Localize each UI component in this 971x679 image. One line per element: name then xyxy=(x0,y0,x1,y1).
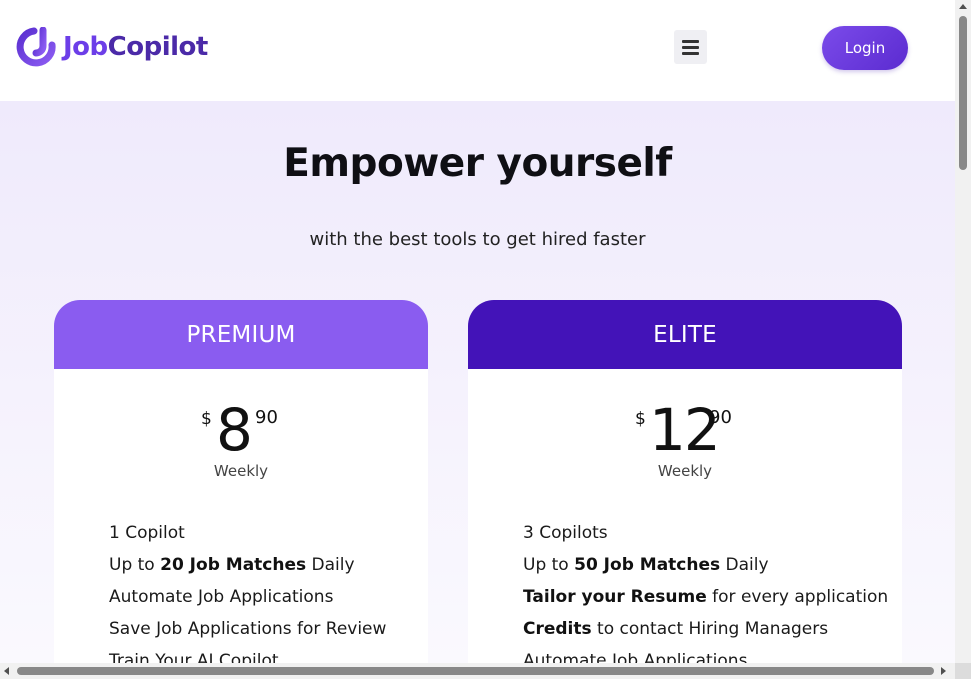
feature-item: Credits to contact Hiring Managers xyxy=(523,619,829,639)
menu-bar xyxy=(682,39,699,43)
plan-card-premium: PREMIUM $ 8 90 Weekly 1 Copilot Up to 20… xyxy=(54,300,428,663)
scroll-up-arrow-icon[interactable] xyxy=(959,4,967,9)
price-amount: 8 xyxy=(216,396,253,464)
logo-text-job: Job xyxy=(63,32,108,62)
price-currency: $ xyxy=(201,409,212,429)
horizontal-scroll-thumb[interactable] xyxy=(17,667,934,675)
hamburger-menu-icon[interactable] xyxy=(674,30,707,64)
login-button[interactable]: Login xyxy=(822,26,908,70)
pricing-section: Empower yourself with the best tools to … xyxy=(0,101,955,663)
feature-item: Tailor your Resume for every application xyxy=(523,587,889,607)
plan-price: $ 8 90 Weekly xyxy=(54,369,428,487)
plan-card-elite: ELITE $ 12 90 Weekly 3 Copilots Up to 50… xyxy=(468,300,902,663)
price-cents: 90 xyxy=(255,407,278,428)
vertical-scroll-thumb[interactable] xyxy=(959,16,967,170)
logo-icon xyxy=(16,27,56,67)
feature-list: 1 Copilot Up to 20 Job Matches Daily Aut… xyxy=(109,522,386,663)
price-cents: 90 xyxy=(709,407,732,428)
feature-item: Up to 20 Job Matches Daily xyxy=(109,555,355,575)
plan-name: ELITE xyxy=(468,300,902,369)
logo-wordmark: JobCopilot xyxy=(63,32,208,62)
page-subtitle: with the best tools to get hired faster xyxy=(309,229,646,250)
vertical-scrollbar[interactable] xyxy=(955,0,971,663)
plan-name: PREMIUM xyxy=(54,300,428,369)
feature-item: Automate Job Applications xyxy=(523,651,748,663)
scroll-right-arrow-icon[interactable] xyxy=(941,667,946,675)
menu-bar xyxy=(682,51,699,55)
site-header: JobCopilot Login xyxy=(0,0,955,101)
price-currency: $ xyxy=(635,409,646,429)
page-title: Empower yourself xyxy=(283,141,672,186)
feature-item: Automate Job Applications xyxy=(109,587,334,607)
feature-item: Train Your AI Copilot xyxy=(109,651,279,663)
jobcopilot-logo[interactable]: JobCopilot xyxy=(16,27,208,67)
menu-bar xyxy=(682,45,699,49)
plan-price: $ 12 90 Weekly xyxy=(468,369,902,487)
feature-item: 1 Copilot xyxy=(109,523,185,543)
scrollbar-corner xyxy=(955,663,971,679)
feature-item: 3 Copilots xyxy=(523,523,608,543)
logo-text-copilot: Copilot xyxy=(107,32,209,62)
feature-item: Save Job Applications for Review xyxy=(109,619,387,639)
scroll-left-arrow-icon[interactable] xyxy=(4,667,9,675)
feature-list: 3 Copilots Up to 50 Job Matches Daily Ta… xyxy=(523,522,888,663)
horizontal-scrollbar[interactable] xyxy=(0,663,971,679)
price-period: Weekly xyxy=(213,462,269,480)
price-period: Weekly xyxy=(657,462,713,480)
feature-item: Up to 50 Job Matches Daily xyxy=(523,555,769,575)
